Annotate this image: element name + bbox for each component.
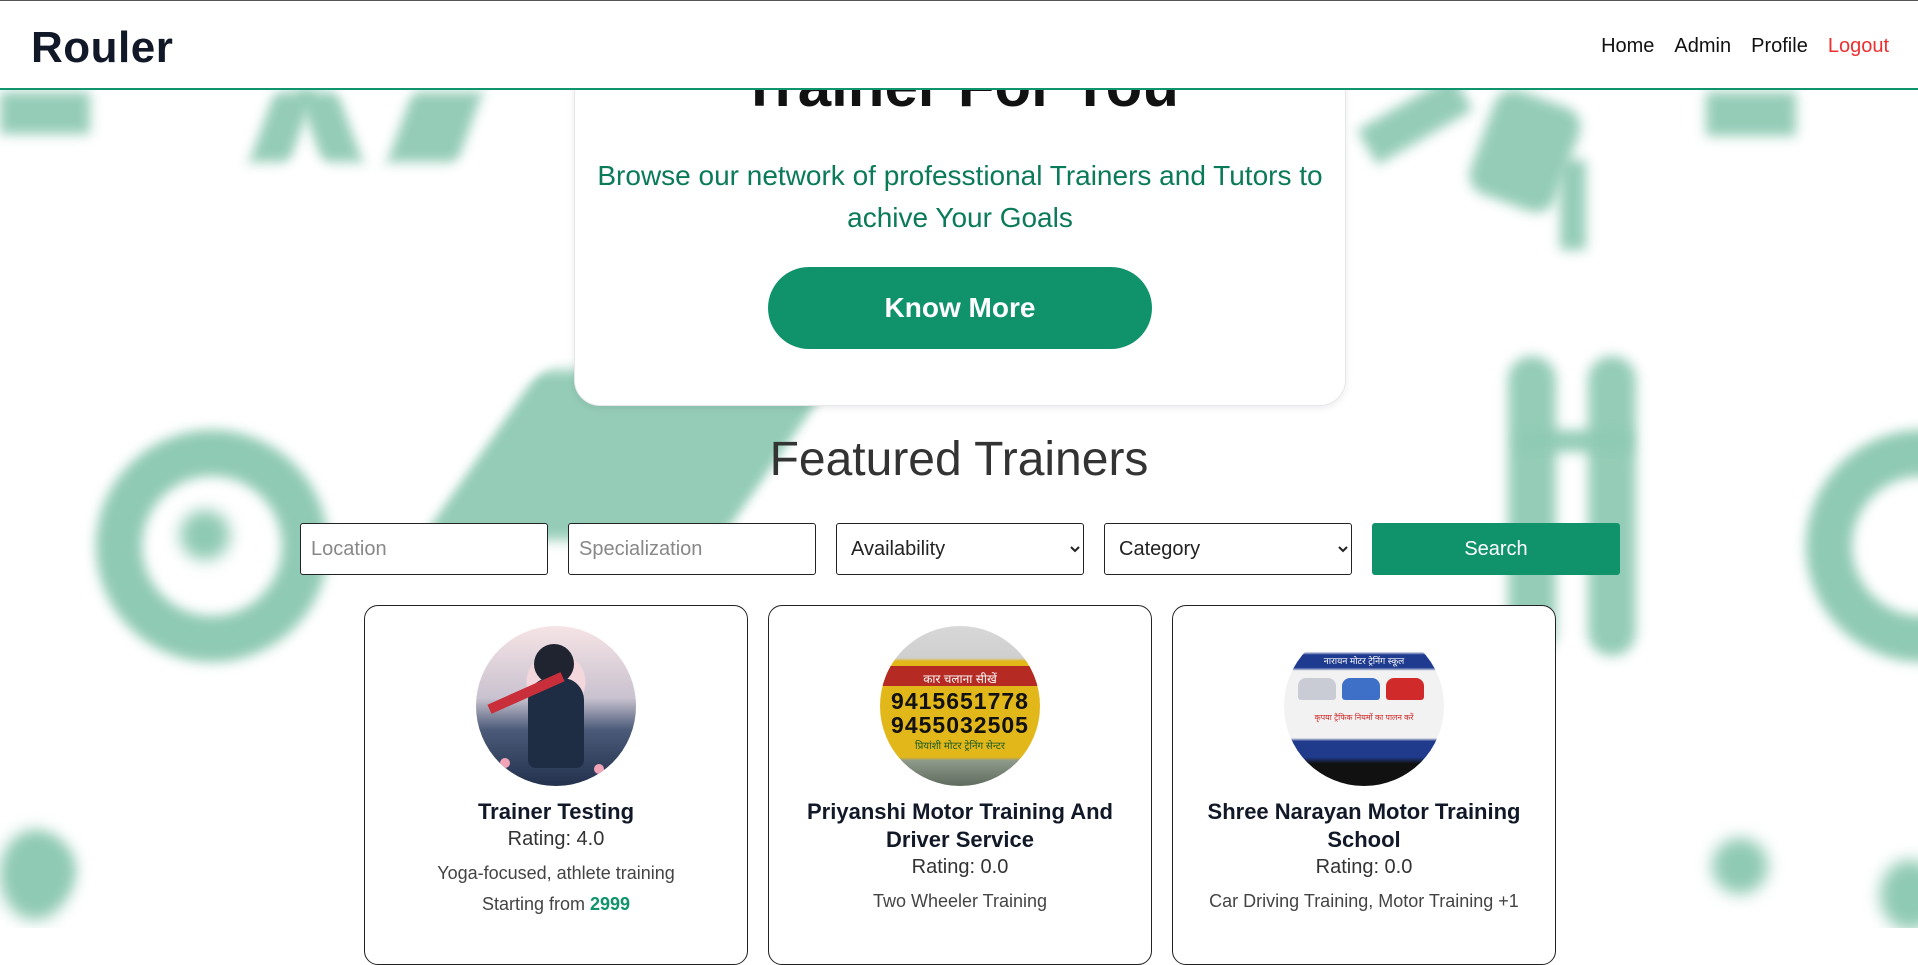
trainer-rating: Rating: 4.0 [507, 828, 605, 850]
nav-profile-link[interactable]: Profile [1751, 35, 1808, 58]
sign-line-1: नारायन मोटर ट्रेनिंग स्कूल [1323, 656, 1405, 666]
trainer-name: Shree Narayan Motor Training School [1207, 799, 1521, 852]
trainer-avatar [476, 626, 636, 786]
location-input[interactable] [300, 523, 548, 575]
trainer-specialization: Car Driving Training, Motor Training +1 [1209, 891, 1519, 911]
trainer-card[interactable]: Trainer Testing Rating: 4.0 Yoga-focused… [364, 605, 748, 965]
nav-admin-link[interactable]: Admin [1674, 35, 1731, 58]
trainer-specialization: Yoga-focused, athlete training [437, 863, 675, 883]
sign-line-4: प्रियांशी मोटर ट्रेनिंग सेन्टर [915, 741, 1005, 752]
sign-line-3: 9455032505 [891, 712, 1029, 738]
category-select[interactable]: Category [1104, 523, 1352, 575]
nav-home-link[interactable]: Home [1601, 35, 1654, 58]
trainer-name: Trainer Testing [477, 799, 635, 824]
trainer-name: Priyanshi Motor Training And Driver Serv… [807, 799, 1113, 852]
featured-trainers-title: Featured Trainers [769, 433, 1149, 486]
sign-line-1: कार चलाना सीखें [923, 672, 997, 686]
trainer-avatar: कार चलाना सीखें 9415651778 9455032505 प्… [880, 626, 1040, 786]
trainer-price: Starting from 2999 [365, 894, 747, 915]
trainer-card[interactable]: नारायन मोटर ट्रेनिंग स्कूल कृपया ट्रैफिक… [1172, 605, 1556, 965]
trainer-card[interactable]: कार चलाना सीखें 9415651778 9455032505 प्… [768, 605, 1152, 965]
trainer-filters: Availability Category Search [300, 523, 1620, 575]
price-value: 2999 [590, 894, 631, 914]
search-button[interactable]: Search [1372, 523, 1620, 575]
trainer-avatar: नारायन मोटर ट्रेनिंग स्कूल कृपया ट्रैफिक… [1284, 626, 1444, 786]
price-prefix: Starting from [481, 894, 590, 914]
nav-links: Home Admin Profile Logout [1601, 35, 1889, 58]
trainer-rating: Rating: 0.0 [1315, 856, 1413, 878]
trainer-rating: Rating: 0.0 [911, 856, 1009, 878]
know-more-button[interactable]: Know More [768, 267, 1152, 349]
trainer-specialization: Two Wheeler Training [872, 891, 1048, 911]
nav-logout-link[interactable]: Logout [1828, 35, 1889, 58]
sign-line-2: 9415651778 [891, 688, 1029, 714]
trainer-cards: Trainer Testing Rating: 4.0 Yoga-focused… [364, 605, 1556, 965]
hero-card: Trainer For You Browse our network of pr… [574, 40, 1346, 406]
specialization-input[interactable] [568, 523, 816, 575]
sign-line-2: कृपया ट्रैफिक नियमों का पालन करें [1314, 713, 1414, 722]
brand-logo[interactable]: Rouler [31, 23, 173, 73]
top-navbar: Rouler Home Admin Profile Logout [0, 0, 1918, 90]
availability-select[interactable]: Availability [836, 523, 1084, 575]
hero-subtitle: Browse our network of professtional Trai… [597, 160, 1323, 233]
